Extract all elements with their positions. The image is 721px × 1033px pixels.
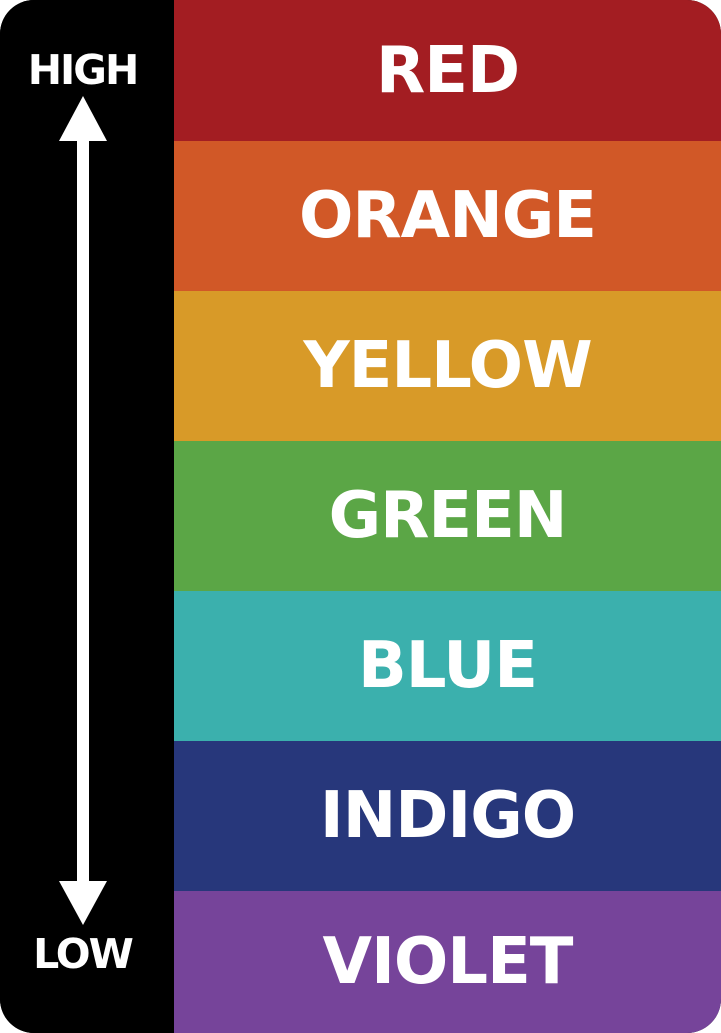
- arrow-head-down: [59, 881, 107, 925]
- color-bands: RED ORANGE YELLOW GREEN BLUE INDIGO VIOL…: [174, 0, 721, 1033]
- band-label: ORANGE: [298, 179, 597, 253]
- band-label: GREEN: [328, 479, 568, 553]
- band-label: YELLOW: [303, 329, 592, 403]
- band-orange: ORANGE: [174, 141, 721, 291]
- spectrum-card: HIGH LOW RED ORANGE YELLOW GREEN BLUE IN…: [0, 0, 721, 1033]
- band-label: VIOLET: [322, 925, 574, 999]
- scale-column: HIGH LOW: [0, 0, 174, 1033]
- band-blue: BLUE: [174, 591, 721, 741]
- arrow-head-up: [59, 96, 107, 141]
- arrow-shaft: [77, 138, 89, 886]
- low-label: LOW: [33, 930, 134, 978]
- band-label: INDIGO: [319, 779, 576, 853]
- band-violet: VIOLET: [174, 891, 721, 1033]
- band-red: RED: [174, 0, 721, 141]
- band-label: BLUE: [358, 629, 538, 703]
- double-arrow-icon: [59, 96, 107, 925]
- band-indigo: INDIGO: [174, 741, 721, 891]
- band-label: RED: [375, 33, 520, 108]
- band-yellow: YELLOW: [174, 291, 721, 441]
- band-green: GREEN: [174, 441, 721, 591]
